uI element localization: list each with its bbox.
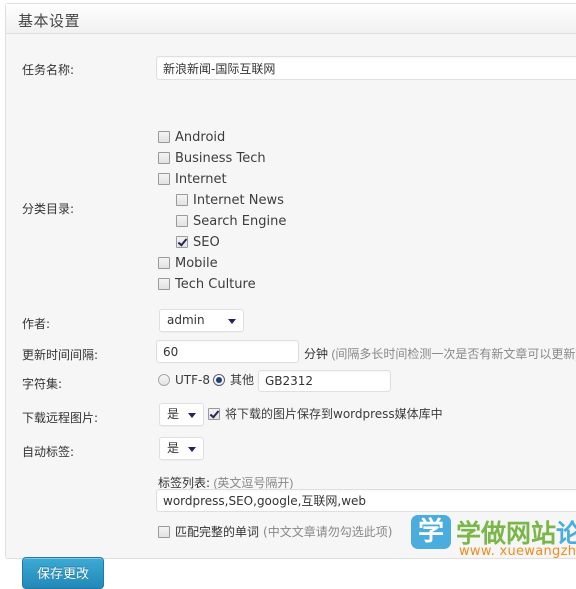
category-item-label: Business Tech bbox=[175, 151, 266, 166]
category-item-search-engine[interactable]: Search Engine bbox=[176, 215, 286, 229]
watermark-badge-icon: 学 bbox=[411, 515, 451, 549]
category-item-tech-culture[interactable]: Tech Culture bbox=[158, 278, 256, 292]
category-item-business-tech[interactable]: Business Tech bbox=[158, 152, 266, 166]
category-item-label: Internet News bbox=[193, 193, 284, 208]
whole-word-label: 匹配完整的单词 bbox=[175, 525, 260, 539]
panel-header: 基本设置 bbox=[6, 4, 576, 34]
author-select-value: admin bbox=[167, 313, 205, 327]
charset-radio-other[interactable]: 其他 bbox=[213, 373, 254, 387]
auto-tag-label: 自动标签: bbox=[22, 445, 75, 459]
watermark-logo: 学 学做网站论坛 www. xuewangzhan. net bbox=[411, 513, 576, 560]
category-item-seo[interactable]: SEO bbox=[176, 236, 220, 250]
whole-word-hint: (中文文章请勿勾选此项) bbox=[263, 525, 393, 539]
tag-list-hint: (英文逗号隔开) bbox=[213, 476, 294, 490]
category-item-label: Mobile bbox=[175, 256, 218, 271]
checkbox-internet-news[interactable] bbox=[176, 194, 188, 206]
download-image-select[interactable]: 是 bbox=[159, 403, 204, 426]
whole-word-row[interactable]: 匹配完整的单词 (中文文章请勿勾选此项) bbox=[158, 525, 392, 539]
watermark-url: www. xuewangzhan. net bbox=[459, 544, 576, 559]
category-item-internet[interactable]: Internet bbox=[158, 173, 227, 187]
save-to-media-label: 将下载的图片保存到wordpress媒体库中 bbox=[225, 407, 443, 421]
checkbox-search-engine[interactable] bbox=[176, 215, 188, 227]
author-select[interactable]: admin bbox=[159, 309, 244, 332]
checkbox-seo[interactable] bbox=[176, 236, 188, 248]
page-title: 基本设置 bbox=[18, 12, 81, 30]
interval-unit-hint: 分钟 (间隔多长时间检测一次是否有新文章可以更新) bbox=[304, 345, 576, 362]
charset-other-label: 其他 bbox=[230, 373, 255, 387]
category-label: 分类目录: bbox=[22, 202, 75, 216]
checkbox-whole-word[interactable] bbox=[158, 526, 170, 538]
save-button[interactable]: 保存更改 bbox=[22, 557, 105, 589]
interval-label: 更新时间间隔: bbox=[22, 348, 99, 362]
category-item-label: Search Engine bbox=[193, 214, 287, 229]
save-to-media-row[interactable]: 将下载的图片保存到wordpress媒体库中 bbox=[208, 407, 443, 421]
task-name-label: 任务名称: bbox=[22, 63, 75, 77]
category-item-android[interactable]: Android bbox=[158, 131, 225, 145]
category-item-internet-news[interactable]: Internet News bbox=[176, 194, 284, 208]
author-label: 作者: bbox=[22, 317, 51, 331]
charset-radio-utf8[interactable]: UTF-8 bbox=[158, 373, 210, 387]
category-item-label: SEO bbox=[193, 235, 220, 250]
checkbox-android[interactable] bbox=[158, 131, 170, 143]
checkbox-internet[interactable] bbox=[158, 173, 170, 185]
panel-body: 任务名称: 分类目录: Android Business Tech Intern… bbox=[6, 34, 576, 589]
download-image-label: 下载远程图片: bbox=[22, 411, 99, 425]
charset-label: 字符集: bbox=[22, 377, 63, 391]
auto-tag-select[interactable]: 是 bbox=[159, 437, 204, 460]
charset-other-input[interactable] bbox=[258, 370, 391, 392]
chevron-down-icon bbox=[188, 446, 196, 452]
auto-tag-select-value: 是 bbox=[167, 441, 180, 455]
interval-unit: 分钟 bbox=[304, 347, 329, 361]
download-image-select-value: 是 bbox=[167, 407, 180, 421]
chevron-down-icon bbox=[188, 412, 196, 418]
interval-hint: (间隔多长时间检测一次是否有新文章可以更新) bbox=[331, 347, 576, 361]
category-item-label: Internet bbox=[175, 172, 227, 187]
settings-panel: 基本设置 任务名称: 分类目录: Android Business Tech I… bbox=[5, 3, 576, 589]
radio-utf8[interactable] bbox=[158, 374, 170, 386]
chevron-down-icon bbox=[228, 318, 236, 324]
task-name-input[interactable] bbox=[156, 56, 576, 80]
checkbox-mobile[interactable] bbox=[158, 257, 170, 269]
checkbox-tech-culture[interactable] bbox=[158, 278, 170, 290]
radio-other[interactable] bbox=[213, 374, 225, 386]
checkbox-business-tech[interactable] bbox=[158, 152, 170, 164]
charset-utf8-label: UTF-8 bbox=[175, 373, 210, 387]
checkbox-save-to-media[interactable] bbox=[208, 408, 220, 420]
interval-input[interactable] bbox=[156, 340, 299, 363]
category-item-label: Android bbox=[175, 130, 226, 145]
tag-list-label: 标签列表: bbox=[158, 476, 211, 490]
tag-list-input[interactable] bbox=[156, 489, 576, 512]
category-item-mobile[interactable]: Mobile bbox=[158, 257, 218, 271]
category-item-label: Tech Culture bbox=[175, 277, 256, 292]
